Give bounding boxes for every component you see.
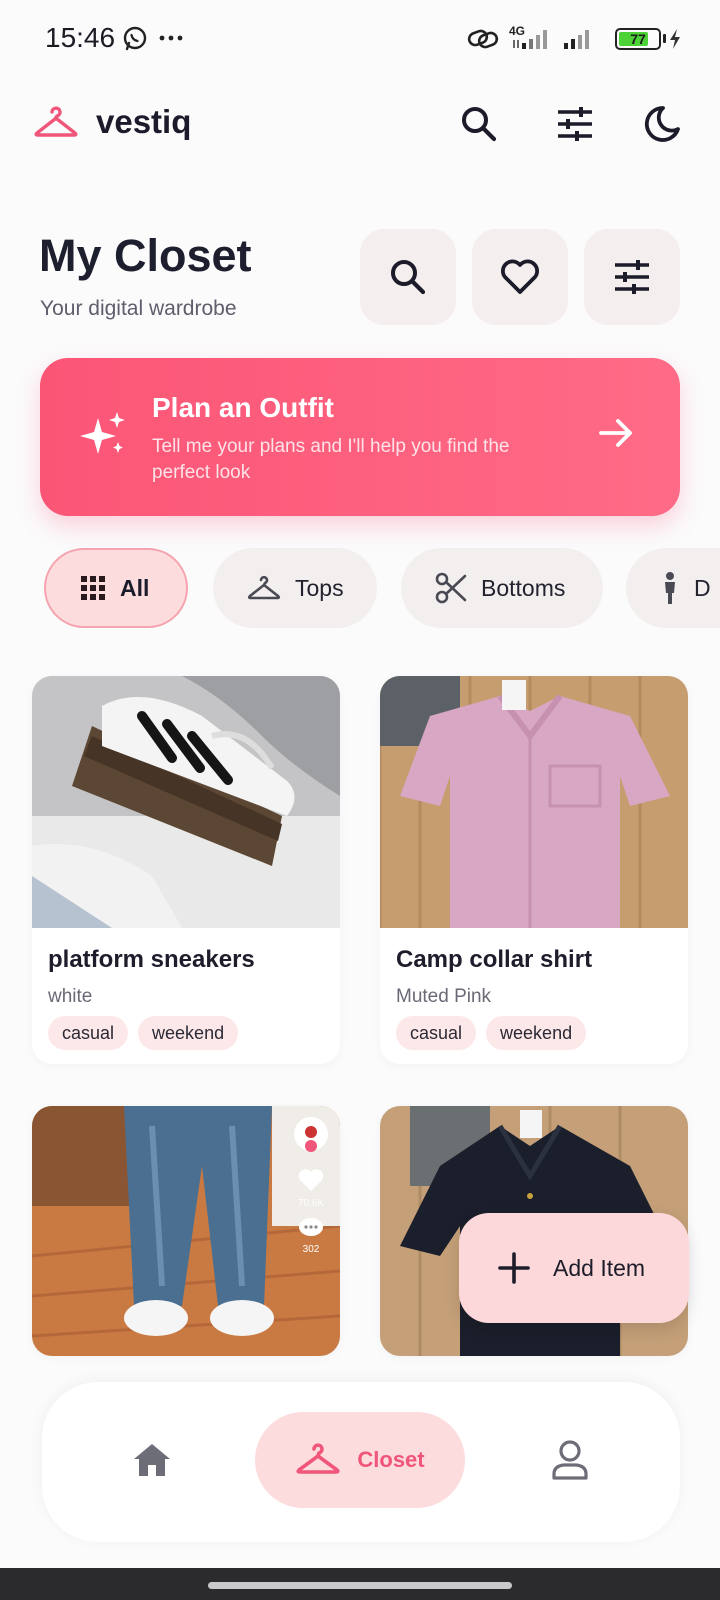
avatar-icon bbox=[294, 1117, 328, 1152]
bottom-navigation: Closet bbox=[42, 1382, 680, 1542]
heart-icon bbox=[501, 259, 539, 294]
battery-tip bbox=[663, 34, 666, 43]
item-color: Muted Pink bbox=[396, 986, 492, 1007]
filter-label: All bbox=[120, 574, 150, 601]
dark-mode-button[interactable] bbox=[636, 98, 688, 150]
tune-icon bbox=[615, 260, 649, 294]
heart-icon bbox=[298, 1169, 324, 1191]
brand-hanger-icon bbox=[34, 102, 78, 147]
item-tags: casual weekend bbox=[396, 1016, 587, 1050]
plan-title: Plan an Outfit bbox=[152, 392, 334, 423]
page-title: My Closet bbox=[39, 230, 252, 281]
comments-count: 302 bbox=[302, 1244, 320, 1255]
tag[interactable]: casual bbox=[48, 1016, 129, 1050]
appbar-filter-button[interactable] bbox=[549, 98, 601, 150]
filter-chip-all[interactable]: All bbox=[44, 548, 188, 628]
hanger-icon bbox=[247, 575, 281, 600]
item-photo-sneakers bbox=[32, 676, 340, 928]
tag[interactable]: casual bbox=[396, 1016, 477, 1050]
signal-icon-2 bbox=[562, 28, 598, 55]
more-notifications-icon bbox=[158, 30, 184, 51]
filter-chip-tops[interactable]: Tops bbox=[213, 548, 377, 628]
item-name: Camp collar shirt bbox=[396, 946, 593, 973]
status-time: 15:46 bbox=[45, 22, 116, 53]
item-photo-shirt bbox=[380, 676, 688, 928]
arrow-right-icon bbox=[596, 413, 636, 458]
link-icon bbox=[466, 26, 500, 57]
filter-label: Tops bbox=[295, 574, 344, 601]
nav-closet-label: Closet bbox=[357, 1447, 425, 1472]
whatsapp-icon bbox=[122, 26, 148, 57]
person-icon bbox=[552, 1440, 588, 1480]
plan-subtitle: Tell me your plans and I'll help you fin… bbox=[152, 436, 510, 483]
battery-text: 77 bbox=[630, 31, 646, 47]
battery-icon: 77 bbox=[615, 28, 661, 50]
grid-icon bbox=[81, 576, 105, 600]
screen: 15:46 4G 77 vestiq My Closet Your digita… bbox=[0, 0, 720, 1600]
sparkle-icon bbox=[80, 410, 128, 463]
closet-filter-button[interactable] bbox=[584, 229, 680, 325]
signal-icon bbox=[512, 28, 554, 55]
item-card[interactable]: Camp collar shirt Muted Pink casual week… bbox=[380, 676, 688, 1064]
hanger-icon bbox=[296, 1443, 340, 1474]
item-card[interactable]: platform sneakers white casual weekend bbox=[32, 676, 340, 1064]
tune-icon bbox=[558, 107, 592, 141]
nav-profile[interactable] bbox=[520, 1412, 620, 1508]
charging-icon bbox=[668, 28, 682, 55]
likes-count: 70.6K bbox=[297, 1198, 325, 1209]
item-photo-jeans: 70.6K 302 bbox=[32, 1106, 340, 1356]
plan-outfit-banner[interactable]: Plan an Outfit Tell me your plans and I'… bbox=[40, 358, 680, 516]
favorites-button[interactable] bbox=[472, 229, 568, 325]
app-name: vestiq bbox=[96, 103, 192, 140]
photo-overlay: 70.6K 302 bbox=[288, 1116, 334, 1255]
tag[interactable]: weekend bbox=[138, 1016, 239, 1050]
scissors-icon bbox=[435, 572, 467, 604]
search-icon bbox=[391, 260, 426, 295]
filter-label: Bottoms bbox=[481, 574, 566, 601]
nav-home[interactable] bbox=[102, 1412, 202, 1508]
tag[interactable]: weekend bbox=[486, 1016, 587, 1050]
filter-label: D bbox=[694, 574, 711, 601]
category-filters: All Tops Bottoms D bbox=[0, 548, 720, 628]
app-bar: vestiq bbox=[0, 88, 720, 158]
add-item-button[interactable]: Add Item bbox=[459, 1213, 689, 1323]
closet-search-button[interactable] bbox=[360, 229, 456, 325]
comment-icon bbox=[299, 1218, 323, 1236]
add-item-label: Add Item bbox=[553, 1254, 646, 1281]
plus-icon bbox=[498, 1252, 530, 1284]
filter-chip-bottoms[interactable]: Bottoms bbox=[401, 548, 603, 628]
item-name: platform sneakers bbox=[48, 946, 255, 973]
search-icon bbox=[462, 107, 497, 142]
moon-icon bbox=[644, 106, 680, 142]
home-gesture-handle[interactable] bbox=[208, 1582, 512, 1589]
nav-closet[interactable]: Closet bbox=[255, 1412, 465, 1508]
system-gesture-bar bbox=[0, 1568, 720, 1600]
page-subtitle: Your digital wardrobe bbox=[40, 297, 237, 320]
item-color: white bbox=[48, 986, 93, 1007]
filter-chip-dresses[interactable]: D bbox=[626, 548, 720, 628]
status-bar: 15:46 4G 77 bbox=[0, 0, 720, 78]
person-icon bbox=[665, 572, 675, 604]
appbar-search-button[interactable] bbox=[453, 98, 505, 150]
item-tags: casual weekend bbox=[48, 1016, 239, 1050]
item-card[interactable]: 70.6K 302 bbox=[32, 1106, 340, 1356]
home-icon bbox=[134, 1444, 170, 1476]
